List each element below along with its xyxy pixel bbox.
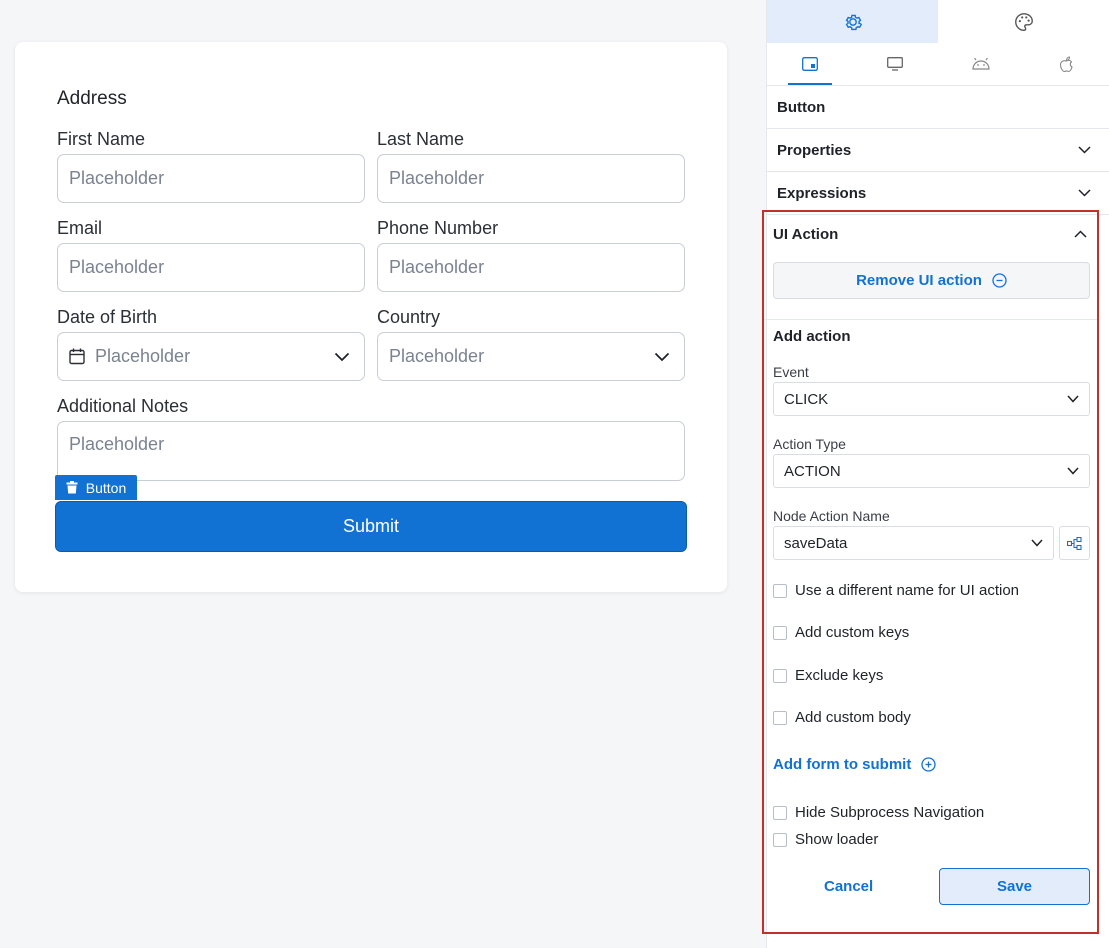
tab-platform-tablet[interactable]: [767, 43, 853, 85]
android-icon: [972, 58, 990, 70]
last-name-input[interactable]: Placeholder: [377, 154, 685, 203]
minus-circle-icon: [992, 273, 1007, 288]
section-divider: [764, 319, 1097, 320]
phone-input[interactable]: Placeholder: [377, 243, 685, 292]
expressions-section-header[interactable]: Expressions: [767, 172, 1109, 215]
chevron-up-icon[interactable]: [1074, 230, 1087, 238]
different-name-label: Use a different name for UI action: [795, 582, 1020, 599]
notes-label: Additional Notes: [57, 396, 189, 416]
custom-body-checkbox[interactable]: Add custom body: [773, 709, 911, 726]
notes-textarea[interactable]: Placeholder: [57, 421, 685, 481]
nodes-icon: [1067, 536, 1082, 550]
selected-component-tag[interactable]: Button: [55, 475, 137, 500]
checkbox-box[interactable]: [773, 710, 787, 725]
submit-button[interactable]: Submit: [55, 501, 687, 552]
cancel-button[interactable]: Cancel: [824, 878, 873, 895]
different-name-checkbox[interactable]: Use a different name for UI action: [773, 582, 1019, 599]
node-action-select[interactable]: saveData: [773, 526, 1054, 560]
properties-section-title: Properties: [777, 141, 852, 159]
notes-placeholder: Placeholder: [69, 434, 165, 454]
checkbox-box[interactable]: [773, 805, 787, 820]
palette-icon: [1014, 12, 1033, 31]
chevron-down-icon: [1067, 395, 1079, 403]
chevron-down-icon: [654, 352, 670, 361]
apple-icon: [1059, 55, 1073, 72]
trash-icon[interactable]: [66, 481, 78, 494]
hide-subprocess-checkbox[interactable]: Hide Subprocess Navigation: [773, 804, 984, 821]
tab-platform-desktop[interactable]: [853, 43, 939, 85]
show-loader-checkbox[interactable]: Show loader: [773, 831, 878, 848]
tab-styles[interactable]: [938, 0, 1109, 43]
first-name-input[interactable]: Placeholder: [57, 154, 365, 203]
form-card: Address First Name Placeholder Last Name…: [15, 42, 727, 592]
panel-top-tabs: [767, 0, 1109, 43]
tab-platform-android[interactable]: [938, 43, 1024, 85]
save-button[interactable]: Save: [939, 868, 1090, 905]
calendar-icon: [69, 348, 85, 365]
chevron-down-icon: [1031, 539, 1043, 547]
form-title: Address: [57, 88, 127, 109]
email-label: Email: [57, 218, 103, 238]
process-nodes-button[interactable]: [1059, 526, 1090, 560]
plus-circle-icon: [921, 757, 936, 772]
desktop-icon: [887, 57, 904, 71]
dob-placeholder: Placeholder: [95, 346, 191, 366]
tab-platform-ios[interactable]: [1024, 43, 1109, 85]
component-name-header: Button: [767, 86, 1109, 129]
expressions-section-title: Expressions: [777, 184, 867, 202]
custom-keys-checkbox[interactable]: Add custom keys: [773, 624, 909, 641]
country-select[interactable]: Placeholder: [377, 332, 685, 381]
last-name-label: Last Name: [377, 129, 465, 149]
ui-action-title[interactable]: UI Action: [773, 226, 838, 243]
dob-label: Date of Birth: [57, 307, 158, 327]
dob-datepicker[interactable]: Placeholder: [57, 332, 365, 381]
phone-placeholder: Placeholder: [389, 257, 485, 277]
show-loader-label: Show loader: [795, 831, 879, 848]
chevron-down-icon: [334, 352, 350, 361]
first-name-label: First Name: [57, 129, 146, 149]
event-select[interactable]: CLICK: [773, 382, 1090, 416]
chevron-down-icon: [1067, 467, 1079, 475]
last-name-placeholder: Placeholder: [389, 168, 485, 188]
checkbox-box[interactable]: [773, 625, 787, 640]
phone-label: Phone Number: [377, 218, 499, 238]
ui-action-section: UI Action Remove UI action Add action Ev…: [762, 210, 1099, 934]
event-value: CLICK: [784, 390, 829, 408]
node-action-label: Node Action Name: [773, 508, 890, 524]
platform-tabs: [767, 43, 1109, 86]
checkbox-box[interactable]: [773, 668, 787, 683]
email-input[interactable]: Placeholder: [57, 243, 365, 292]
gear-icon: [845, 14, 862, 30]
chevron-down-icon: [1078, 146, 1091, 154]
first-name-placeholder: Placeholder: [69, 168, 165, 188]
selected-component-tag-label: Button: [85, 479, 127, 496]
custom-keys-label: Add custom keys: [795, 624, 910, 641]
remove-ui-action-button[interactable]: Remove UI action: [773, 262, 1090, 299]
country-label: Country: [377, 307, 441, 327]
add-action-title: Add action: [773, 328, 851, 345]
event-label: Event: [773, 364, 809, 380]
exclude-keys-label: Exclude keys: [795, 667, 884, 684]
add-form-label: Add form to submit: [773, 756, 912, 773]
email-placeholder: Placeholder: [69, 257, 165, 277]
tablet-icon: [801, 57, 818, 71]
add-form-to-submit-link[interactable]: Add form to submit: [773, 756, 936, 773]
action-type-value: ACTION: [784, 462, 841, 480]
hide-subprocess-label: Hide Subprocess Navigation: [795, 804, 985, 821]
checkbox-box[interactable]: [773, 583, 787, 598]
remove-ui-action-label: Remove UI action: [856, 272, 982, 289]
action-type-label: Action Type: [773, 436, 846, 452]
exclude-keys-checkbox[interactable]: Exclude keys: [773, 667, 883, 684]
properties-panel: Button Properties Expressions UI Action …: [762, 0, 1109, 948]
action-type-select[interactable]: ACTION: [773, 454, 1090, 488]
custom-body-label: Add custom body: [795, 709, 911, 726]
chevron-down-icon: [1078, 189, 1091, 197]
node-action-value: saveData: [784, 534, 848, 552]
tab-settings[interactable]: [767, 0, 938, 43]
checkbox-box[interactable]: [773, 832, 787, 847]
properties-section-header[interactable]: Properties: [767, 129, 1109, 172]
country-placeholder: Placeholder: [389, 346, 485, 366]
